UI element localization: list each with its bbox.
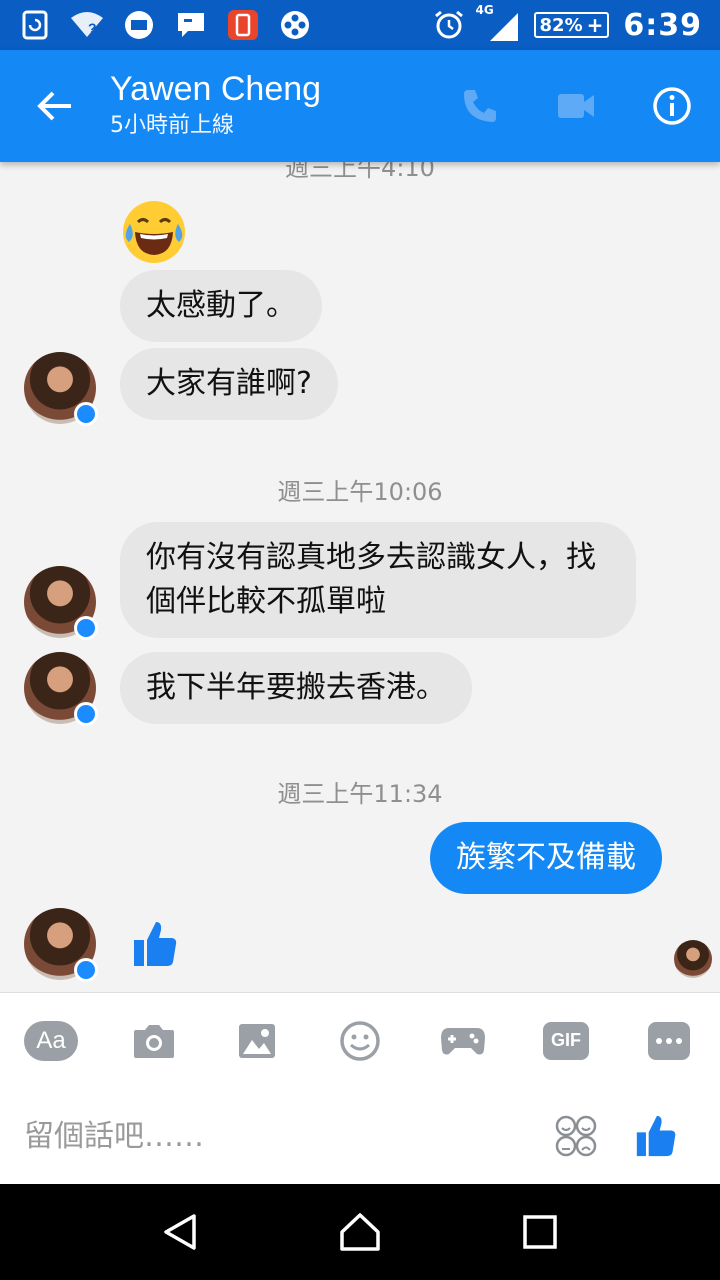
contact-avatar[interactable]	[24, 352, 98, 426]
contact-name: Yawen Cheng	[110, 70, 322, 108]
status-bar: ? 4G 82% + 6:39	[0, 0, 720, 50]
alarm-icon	[432, 8, 466, 42]
voice-call-button[interactable]	[432, 50, 528, 162]
sticker-faces-icon	[555, 1115, 597, 1157]
image-icon	[239, 1023, 275, 1058]
message-bubble-received[interactable]: 我下半年要搬去香港。	[120, 652, 472, 724]
composer-toolbar: Aa GIF	[0, 992, 720, 1088]
laughing-crying-emoji[interactable]	[120, 198, 188, 270]
film-reel-icon	[278, 8, 312, 42]
gallery-button[interactable]	[230, 1014, 284, 1068]
text-format-label: Aa	[24, 1020, 78, 1061]
send-like-button[interactable]	[616, 1096, 696, 1176]
battery-level: 82%	[539, 14, 583, 36]
nav-recents-button[interactable]	[500, 1192, 580, 1272]
triangle-back-icon	[164, 1214, 196, 1250]
cell-signal-icon: 4G	[476, 3, 520, 43]
info-icon	[653, 87, 691, 125]
arrow-left-icon	[37, 91, 71, 121]
timestamp-clipped: 週三上午4:10	[285, 162, 435, 182]
conversation-info-button[interactable]	[624, 50, 720, 162]
square-recents-icon	[523, 1215, 557, 1249]
camera-button[interactable]	[127, 1014, 181, 1068]
video-camera-icon	[558, 94, 594, 118]
message-input[interactable]	[24, 1118, 536, 1154]
message-bubble-received[interactable]: 你有沒有認真地多去認識女人，找個伴比較不孤單啦	[120, 522, 636, 638]
messenger-badge-icon	[74, 402, 98, 426]
thumbs-up-sticker-icon[interactable]	[132, 920, 178, 972]
message-bubble-sent[interactable]: 族繁不及備載	[430, 822, 662, 894]
games-button[interactable]	[436, 1014, 490, 1068]
nav-home-button[interactable]	[320, 1192, 400, 1272]
message-notification-icon	[174, 8, 208, 42]
thumbs-up-icon	[636, 1115, 676, 1157]
gif-button[interactable]: GIF	[539, 1014, 593, 1068]
messenger-badge-icon	[74, 616, 98, 640]
phone-icon	[464, 90, 496, 122]
battery-indicator: 82% +	[533, 12, 610, 38]
more-options-button[interactable]	[642, 1014, 696, 1068]
wifi-icon: ?	[70, 8, 104, 42]
conversation-header: Yawen Cheng 5小時前上線	[0, 50, 720, 162]
gamepad-icon	[441, 1027, 485, 1054]
smiley-icon	[340, 1020, 380, 1061]
message-bubble-received[interactable]: 大家有誰啊?	[120, 348, 338, 420]
message-composer	[0, 1088, 720, 1184]
contact-avatar[interactable]	[24, 566, 98, 640]
messenger-badge-icon	[74, 702, 98, 726]
video-call-button[interactable]	[528, 50, 624, 162]
emoji-sticker-button[interactable]	[536, 1096, 616, 1176]
text-format-button[interactable]: Aa	[24, 1014, 78, 1068]
message-list[interactable]: 週三上午4:10 太感動了。 大家有誰啊? 週三上午10:06 你有沒有認真地多…	[0, 162, 720, 992]
message-bubble-received[interactable]: 太感動了。	[120, 270, 322, 342]
charging-icon: +	[586, 13, 604, 37]
messenger-badge-icon	[74, 958, 98, 982]
system-navigation-bar	[0, 1184, 720, 1280]
clock: 6:39	[623, 7, 702, 43]
camera-icon	[134, 1024, 174, 1058]
contact-avatar[interactable]	[24, 908, 98, 982]
contact-title[interactable]: Yawen Cheng 5小時前上線	[76, 69, 321, 143]
contact-avatar[interactable]	[24, 652, 98, 726]
svg-text:?: ?	[88, 20, 97, 36]
contact-active-status: 5小時前上線	[110, 113, 234, 138]
emoji-button[interactable]	[333, 1014, 387, 1068]
seen-receipt-avatar	[674, 940, 712, 978]
home-icon	[340, 1213, 380, 1251]
shopping-app-icon	[226, 8, 260, 42]
timestamp: 週三上午11:34	[277, 780, 443, 808]
gif-label: GIF	[543, 1021, 589, 1060]
more-icon	[648, 1021, 690, 1060]
app-notification-icon	[122, 8, 156, 42]
sync-icon	[18, 8, 52, 42]
timestamp: 週三上午10:06	[277, 478, 443, 506]
nav-back-button[interactable]	[140, 1192, 220, 1272]
